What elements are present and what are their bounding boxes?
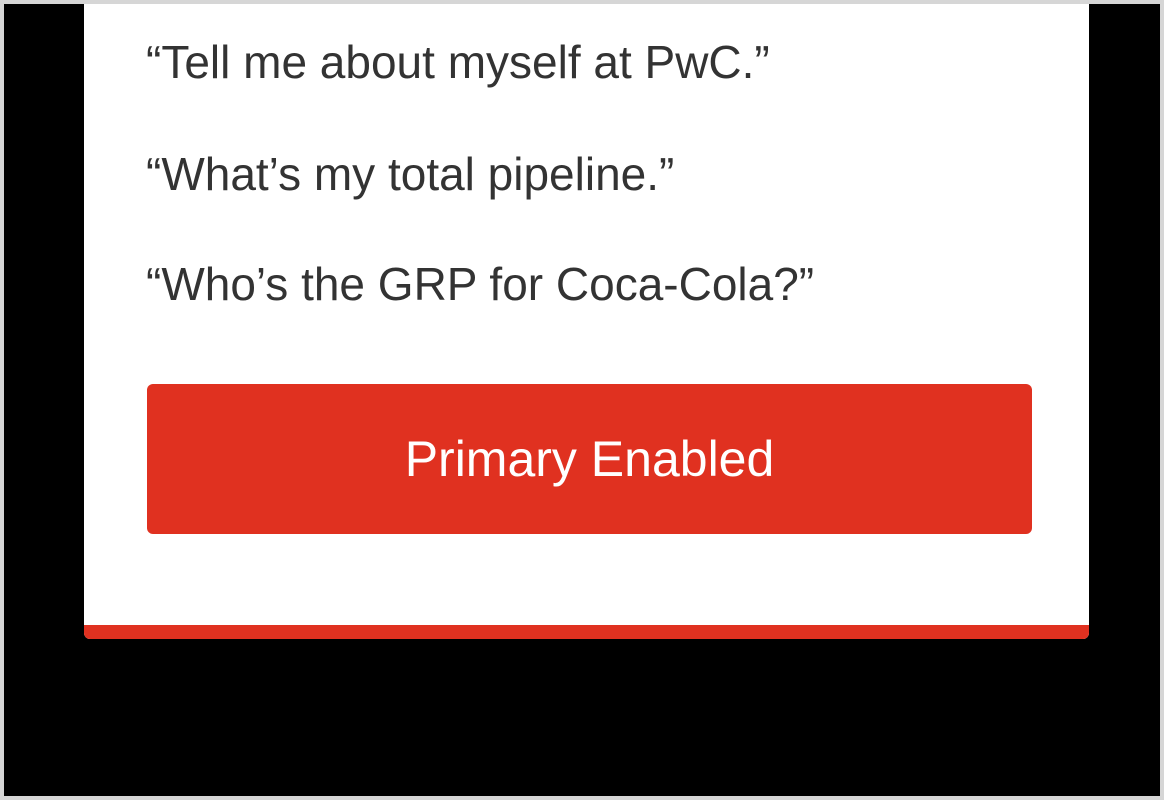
suggestion-card: “Tell me about myself at PwC.” “What’s m… (84, 4, 1089, 639)
suggestion-prompt-2[interactable]: “What’s my total pipeline.” (146, 146, 674, 202)
card-accent-bar (84, 625, 1089, 639)
primary-button[interactable]: Primary Enabled (147, 384, 1032, 534)
screenshot-frame: “Tell me about myself at PwC.” “What’s m… (0, 0, 1164, 800)
suggestion-prompt-1[interactable]: “Tell me about myself at PwC.” (146, 34, 770, 90)
suggestion-prompt-3[interactable]: “Who’s the GRP for Coca-Cola?” (146, 256, 814, 312)
